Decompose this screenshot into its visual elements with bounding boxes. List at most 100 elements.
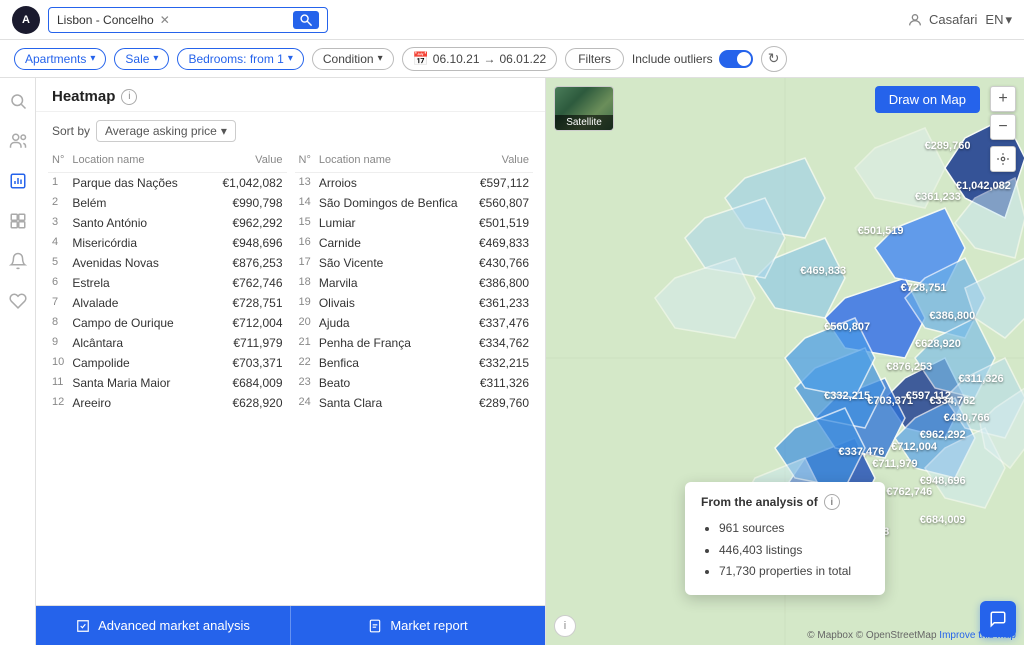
table-row[interactable]: 16 Carnide €469,833	[295, 233, 534, 253]
table-row[interactable]: 3 Santo António €962,292	[48, 213, 287, 233]
table-row[interactable]: 12 Areeiro €628,920	[48, 393, 287, 413]
row-value: €430,766	[471, 253, 533, 273]
row-num: 10	[48, 353, 68, 373]
left-table: N° Location name Value 1 Parque das Naçõ…	[44, 150, 291, 605]
row-location: Benfica	[315, 353, 471, 373]
table-row[interactable]: 4 Misericórdia €948,696	[48, 233, 287, 253]
right-data-table: N° Location name Value 13 Arroios €597,1…	[295, 150, 534, 413]
row-value: €962,292	[205, 213, 287, 233]
sidebar-item-bell[interactable]	[7, 250, 29, 272]
info-circle-button[interactable]: i	[554, 615, 576, 637]
table-row[interactable]: 21 Penha de França €334,762	[295, 333, 534, 353]
sidebar-item-search[interactable]	[7, 90, 29, 112]
draw-on-map-button[interactable]: Draw on Map	[875, 86, 980, 113]
zoom-out-button[interactable]: −	[990, 114, 1016, 140]
row-num: 22	[295, 353, 315, 373]
satellite-toggle[interactable]: Satellite	[554, 86, 614, 131]
sidebar-item-analytics[interactable]	[7, 170, 29, 192]
row-num: 20	[295, 313, 315, 333]
row-num: 6	[48, 273, 68, 293]
date-range-filter[interactable]: 📅 06.10.21 → 06.01.22	[402, 47, 558, 71]
row-location: Ajuda	[315, 313, 471, 333]
table-row[interactable]: 23 Beato €311,326	[295, 373, 534, 393]
satellite-button[interactable]: Satellite	[554, 86, 614, 131]
bedrooms-filter[interactable]: Bedrooms: from 1 ▾	[177, 48, 303, 70]
table-row[interactable]: 9 Alcântara €711,979	[48, 333, 287, 353]
sidebar-item-heart[interactable]	[7, 290, 29, 312]
sort-select[interactable]: Average asking price ▾	[96, 120, 236, 142]
table-row[interactable]: 13 Arroios €597,112	[295, 173, 534, 194]
table-row[interactable]: 15 Lumiar €501,519	[295, 213, 534, 233]
refresh-button[interactable]: ↻	[761, 46, 787, 72]
col-location-header-r: Location name	[315, 150, 471, 173]
bottom-info[interactable]: i	[554, 615, 576, 637]
analysis-popup: From the analysis of i 961 sources 446,4…	[685, 482, 885, 595]
row-value: €876,253	[205, 253, 287, 273]
table-row[interactable]: 18 Marvila €386,800	[295, 273, 534, 293]
bottom-action-bar: Advanced market analysis Market report	[36, 605, 545, 645]
table-row[interactable]: 8 Campo de Ourique €712,004	[48, 313, 287, 333]
search-bar[interactable]: Lisbon - Concelho ✕	[48, 7, 328, 33]
row-value: €597,112	[471, 173, 533, 194]
table-row[interactable]: 7 Alvalade €728,751	[48, 293, 287, 313]
search-button[interactable]	[293, 11, 319, 29]
data-tables: N° Location name Value 1 Parque das Naçõ…	[36, 150, 545, 605]
row-location: Parque das Nações	[68, 173, 204, 194]
table-row[interactable]: 5 Avenidas Novas €876,253	[48, 253, 287, 273]
table-row[interactable]: 6 Estrela €762,746	[48, 273, 287, 293]
row-num: 8	[48, 313, 68, 333]
include-outliers-toggle[interactable]	[719, 50, 753, 68]
heatmap-title: Heatmap	[52, 88, 115, 105]
row-num: 21	[295, 333, 315, 353]
row-value: €289,760	[471, 393, 533, 413]
table-row[interactable]: 20 Ajuda €337,476	[295, 313, 534, 333]
heatmap-info-icon[interactable]: i	[121, 89, 137, 105]
row-value: €948,696	[205, 233, 287, 253]
condition-filter[interactable]: Condition ▾	[312, 48, 394, 70]
row-num: 11	[48, 373, 68, 393]
table-row[interactable]: 11 Santa Maria Maior €684,009	[48, 373, 287, 393]
table-row[interactable]: 22 Benfica €332,215	[295, 353, 534, 373]
row-location: Misericórdia	[68, 233, 204, 253]
table-row[interactable]: 2 Belém €990,798	[48, 193, 287, 213]
sale-filter[interactable]: Sale ▾	[114, 48, 169, 70]
apartments-filter[interactable]: Apartments ▾	[14, 48, 106, 70]
sort-bar: Sort by Average asking price ▾	[36, 112, 545, 150]
row-location: Olivais	[315, 293, 471, 313]
row-num: 15	[295, 213, 315, 233]
analysis-info-icon[interactable]: i	[824, 494, 840, 510]
language-selector[interactable]: EN ▾	[985, 12, 1012, 28]
locate-button[interactable]	[990, 146, 1016, 172]
left-sidebar	[0, 78, 36, 645]
zoom-in-button[interactable]: +	[990, 86, 1016, 112]
row-location: Carnide	[315, 233, 471, 253]
table-row[interactable]: 1 Parque das Nações €1,042,082	[48, 173, 287, 194]
market-report-button[interactable]: Market report	[291, 606, 545, 645]
sidebar-item-grid[interactable]	[7, 210, 29, 232]
properties-item: 71,730 properties in total	[719, 561, 869, 583]
table-row[interactable]: 17 São Vicente €430,766	[295, 253, 534, 273]
row-num: 12	[48, 393, 68, 413]
search-tag-close[interactable]: ✕	[160, 13, 170, 27]
listings-item: 446,403 listings	[719, 540, 869, 562]
row-value: €337,476	[471, 313, 533, 333]
row-value: €332,215	[471, 353, 533, 373]
row-value: €711,979	[205, 333, 287, 353]
row-value: €684,009	[205, 373, 287, 393]
table-row[interactable]: 19 Olivais €361,233	[295, 293, 534, 313]
main-content: Heatmap i Sort by Average asking price ▾…	[0, 78, 1024, 645]
row-location: Campolide	[68, 353, 204, 373]
row-num: 5	[48, 253, 68, 273]
chat-button[interactable]	[980, 601, 1016, 637]
table-row[interactable]: 24 Santa Clara €289,760	[295, 393, 534, 413]
calendar-icon: 📅	[413, 51, 429, 67]
filters-button[interactable]: Filters	[565, 48, 624, 70]
advanced-analysis-button[interactable]: Advanced market analysis	[36, 606, 291, 645]
filterbar: Apartments ▾ Sale ▾ Bedrooms: from 1 ▾ C…	[0, 40, 1024, 78]
table-row[interactable]: 14 São Domingos de Benfica €560,807	[295, 193, 534, 213]
right-table: N° Location name Value 13 Arroios €597,1…	[291, 150, 538, 605]
row-location: Avenidas Novas	[68, 253, 204, 273]
table-row[interactable]: 10 Campolide €703,371	[48, 353, 287, 373]
row-location: Beato	[315, 373, 471, 393]
sidebar-item-people[interactable]	[7, 130, 29, 152]
